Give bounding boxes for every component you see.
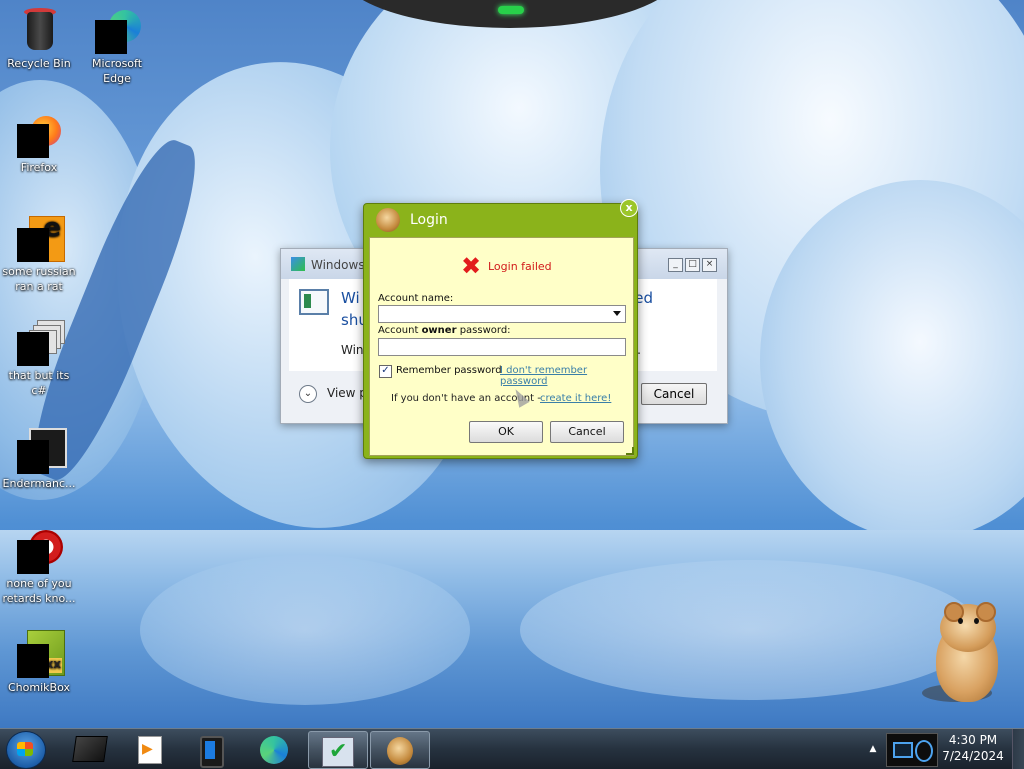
desktop-icon-edge[interactable]: Microsoft Edge — [78, 6, 156, 86]
taskbar-button-edge[interactable] — [250, 731, 298, 767]
hamster-desktop-pet[interactable] — [922, 602, 1008, 710]
desktop-icon-red-circle[interactable]: none of you retards kno... — [0, 526, 78, 606]
network-icon[interactable] — [893, 742, 913, 758]
login-error-message: Login failed — [488, 260, 552, 273]
cancel-button[interactable]: Cancel — [550, 421, 624, 443]
taskbar: ▲ 4:30 PM 7/24/2024 — [0, 728, 1024, 769]
minimize-button[interactable]: _ — [668, 258, 683, 272]
desktop-icon-endermanch[interactable]: Endermanc... — [0, 426, 78, 491]
window-title: Windows — [311, 258, 365, 272]
volume-icon[interactable] — [915, 740, 933, 762]
password-input[interactable] — [378, 338, 626, 356]
password-label: Account owner password: — [378, 325, 511, 336]
taskbar-button-tablet[interactable] — [188, 731, 236, 768]
close-button[interactable]: × — [702, 258, 717, 272]
close-button[interactable]: x — [620, 199, 638, 217]
desktop-icon-label: ChomikBox — [8, 681, 70, 694]
stacked-windows-icon — [15, 318, 65, 366]
dialog-heading: Wi — [341, 289, 360, 307]
desktop-icon-label: Recycle Bin — [7, 57, 71, 70]
chomikbox-hamster-icon — [387, 737, 413, 765]
desktop-icon-chomikbox[interactable]: .XX ChomikBox — [0, 630, 78, 695]
desktop-icon-label: that but its c# — [8, 369, 70, 397]
taskbar-clock[interactable]: 4:30 PM 7/24/2024 — [940, 732, 1006, 764]
account-name-combobox[interactable] — [378, 305, 626, 323]
cancel-button[interactable]: Cancel — [641, 383, 707, 405]
recycle-bin-icon — [27, 12, 53, 50]
dialog-body-text: Win — [341, 343, 364, 357]
view-details-link[interactable]: View p — [327, 386, 367, 400]
desktop-icon-csharp[interactable]: that but its c# — [0, 318, 78, 398]
system-tray — [886, 733, 938, 767]
clock-date: 7/24/2024 — [942, 749, 1004, 763]
resize-grip[interactable] — [626, 447, 634, 455]
taskbar-button-checkmark-app[interactable] — [308, 731, 368, 769]
start-button[interactable] — [6, 731, 46, 769]
desktop-icon-firefox[interactable]: Firefox — [0, 110, 78, 175]
create-account-link[interactable]: create it here! — [540, 393, 611, 404]
forgot-password-link[interactable]: I don't remember password — [500, 365, 633, 387]
show-desktop-button[interactable] — [1012, 729, 1024, 769]
login-form: ✖ Login failed Account name: Account own… — [369, 237, 634, 456]
desktop-icon-label: some russian ran a rat — [2, 265, 76, 293]
chevron-down-icon[interactable]: ⌄ — [299, 385, 317, 403]
document-icon — [299, 289, 329, 315]
login-dialog[interactable]: Login x ✖ Login failed Account name: Acc… — [363, 199, 638, 459]
maximize-button[interactable]: □ — [685, 258, 700, 272]
mouse-cursor-icon — [510, 386, 530, 408]
clock-time: 4:30 PM — [948, 733, 998, 747]
ok-button[interactable]: OK — [469, 421, 543, 443]
login-title: Login — [410, 212, 448, 228]
media-player-icon — [138, 736, 162, 764]
desktop-icon-recycle-bin[interactable]: Recycle Bin — [0, 6, 78, 71]
desktop-icon-label: Microsoft Edge — [91, 57, 143, 85]
windows-logo-icon — [291, 257, 305, 271]
taskbar-button-chomikbox[interactable] — [370, 731, 430, 769]
gadget-led-indicator — [498, 6, 524, 14]
error-x-icon: ✖ — [461, 252, 482, 280]
desktop-icon-label: Endermanc... — [2, 477, 76, 490]
dropdown-arrow-icon[interactable] — [613, 311, 621, 316]
show-hidden-icons-button[interactable]: ▲ — [866, 737, 880, 761]
taskbar-button-media[interactable] — [126, 731, 174, 767]
edge-icon — [260, 736, 288, 764]
account-name-label: Account name: — [378, 293, 454, 304]
desktop-icon-russian-rat[interactable]: e some russian ran a rat — [0, 214, 78, 294]
remember-password-label[interactable]: Remember password — [396, 365, 502, 376]
checkmark-app-icon — [322, 737, 354, 767]
desktop-icon-label: none of you retards kno... — [2, 577, 76, 605]
dark-app-icon — [72, 736, 108, 762]
remember-password-checkbox[interactable]: ✓ — [379, 365, 392, 378]
hamster-icon — [376, 208, 400, 232]
desktop-icon-label: Firefox — [20, 161, 58, 174]
tablet-icon — [200, 736, 224, 768]
taskbar-button-dark-app[interactable] — [66, 731, 114, 767]
